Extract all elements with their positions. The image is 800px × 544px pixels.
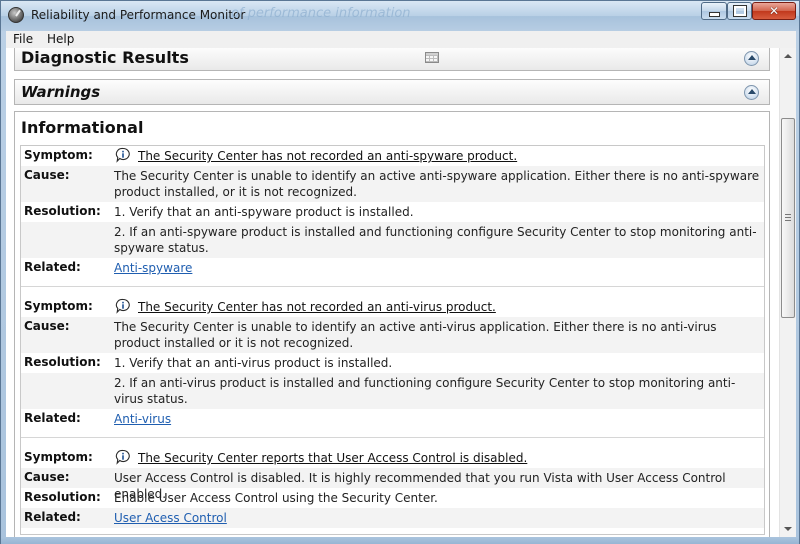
resolution-row: Resolution: 1. Verify that an anti-virus… — [21, 353, 764, 373]
symptom-row: Symptom: The Security Center has not rec… — [21, 297, 764, 317]
informational-list: Symptom: The Security Center has not rec… — [20, 145, 765, 535]
entry-divider — [21, 437, 764, 438]
cause-label: Cause: — [24, 168, 70, 182]
symptom-label: Symptom: — [24, 299, 93, 313]
info-bubble-icon — [115, 298, 130, 314]
table-icon[interactable] — [425, 52, 439, 63]
diagnostic-results-title: Diagnostic Results — [21, 48, 189, 67]
window-title: Reliability and Performance Monitor — [31, 8, 246, 22]
maximize-icon — [732, 5, 747, 17]
informational-panel: Informational Symptom: The Security Cent… — [14, 111, 770, 537]
info-bubble-icon — [115, 147, 130, 163]
title-bar[interactable]: Reliability and Performance Monitor of p… — [1, 1, 799, 31]
grip-icon — [785, 214, 791, 215]
info-bubble-icon — [115, 449, 130, 465]
arrow-down-icon — [784, 527, 792, 531]
resolution-row: Resolution: Enable User Access Control u… — [21, 488, 764, 508]
resolution-row: 2. If an anti-virus product is installed… — [21, 373, 764, 409]
chevron-up-icon — [747, 55, 756, 60]
resolution-step: 2. If an anti-spyware product is install… — [114, 225, 757, 255]
cause-text: The Security Center is unable to identif… — [114, 320, 717, 350]
warnings-header[interactable]: Warnings — [14, 79, 770, 105]
minimize-icon — [708, 11, 720, 17]
informational-title: Informational — [21, 118, 144, 137]
arrow-up-icon — [784, 54, 792, 58]
menu-help[interactable]: Help — [47, 32, 74, 46]
symptom-text[interactable]: The Security Center reports that User Ac… — [138, 450, 764, 466]
minimize-button[interactable] — [701, 2, 727, 20]
related-link[interactable]: Anti-spyware — [114, 260, 192, 276]
related-link[interactable]: User Acess Control — [114, 510, 227, 526]
collapse-diagnostic-button[interactable] — [744, 51, 759, 66]
collapse-warnings-button[interactable] — [744, 85, 759, 100]
close-icon: ✕ — [768, 4, 780, 18]
related-row: Related: User Acess Control — [21, 508, 764, 528]
cause-label: Cause: — [24, 319, 70, 333]
chevron-up-icon — [747, 89, 756, 94]
related-label: Related: — [24, 260, 81, 274]
resolution-label: Resolution: — [24, 355, 101, 369]
related-label: Related: — [24, 411, 81, 425]
symptom-text[interactable]: The Security Center has not recorded an … — [138, 299, 764, 315]
window-bottom-border — [1, 537, 799, 544]
resolution-step: 1. Verify that an anti-spyware product i… — [114, 205, 414, 219]
maximize-button[interactable] — [727, 2, 752, 20]
scroll-thumb[interactable] — [781, 118, 795, 318]
cause-label: Cause: — [24, 470, 70, 484]
menu-file[interactable]: File — [13, 32, 33, 46]
resolution-label: Resolution: — [24, 204, 101, 218]
symptom-label: Symptom: — [24, 148, 93, 162]
cause-text: The Security Center is unable to identif… — [114, 169, 760, 199]
app-window: Reliability and Performance Monitor of p… — [0, 0, 800, 544]
resolution-row: 2. If an anti-spyware product is install… — [21, 222, 764, 258]
menu-bar: File Help — [6, 31, 796, 49]
warnings-title: Warnings — [21, 83, 101, 101]
symptom-row: Symptom: The Security Center has not rec… — [21, 146, 764, 166]
content-area: Diagnostic Results Warnings Informationa… — [6, 48, 796, 537]
symptom-row: Symptom: The Security Center reports tha… — [21, 448, 764, 468]
related-label: Related: — [24, 510, 81, 524]
related-row: Related: Anti-virus — [21, 409, 764, 429]
related-link[interactable]: Anti-virus — [114, 411, 171, 427]
scroll-down-button[interactable] — [780, 521, 796, 537]
cause-row: Cause: User Access Control is disabled. … — [21, 468, 764, 501]
close-button[interactable]: ✕ — [752, 2, 796, 20]
cause-row: Cause: The Security Center is unable to … — [21, 317, 764, 353]
grip-icon — [785, 217, 791, 218]
resolution-row: Resolution: 1. Verify that an anti-spywa… — [21, 202, 764, 222]
symptom-label: Symptom: — [24, 450, 93, 464]
resolution-step: Enable User Access Control using the Sec… — [114, 491, 438, 505]
related-row: Related: Anti-spyware — [21, 258, 764, 278]
resolution-label: Resolution: — [24, 490, 101, 504]
resolution-step: 2. If an anti-virus product is installed… — [114, 376, 736, 406]
scroll-up-button[interactable] — [780, 48, 796, 64]
vertical-scrollbar[interactable] — [779, 48, 796, 537]
resolution-step: 1. Verify that an anti-virus product is … — [114, 356, 393, 370]
diagnostic-results-header[interactable]: Diagnostic Results — [14, 48, 770, 71]
grip-icon — [785, 220, 791, 221]
title-ghost-text: of performance information — [231, 6, 411, 21]
symptom-text[interactable]: The Security Center has not recorded an … — [138, 148, 764, 164]
cause-row: Cause: The Security Center is unable to … — [21, 166, 764, 202]
entry-divider — [21, 286, 764, 287]
performance-monitor-icon — [8, 7, 24, 23]
